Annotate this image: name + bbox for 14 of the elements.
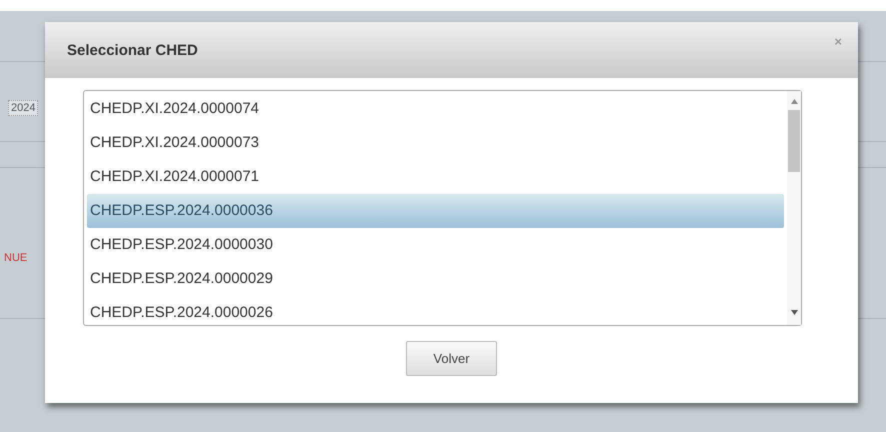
back-button[interactable]: Volver <box>406 341 497 376</box>
list-option[interactable]: CHEDP.XI.2024.0000071 <box>87 160 784 194</box>
list-option[interactable]: CHEDP.XI.2024.0000073 <box>87 126 784 160</box>
list-option[interactable]: CHEDP.XI.2024.0000074 <box>87 92 784 126</box>
list-box[interactable]: CHEDP.XI.2024.0000074 CHEDP.XI.2024.0000073 CHEDP.XI.2024.0000071 CHEDP.ESP.2024.0000036 CHEDP.ESP.2024.0000030 CHEDP.ESP.2024.0000029 CHEDP.ESP.2024.0000026 <box>83 90 802 326</box>
dialog-title: Seleccionar CHED <box>67 42 198 58</box>
list-option[interactable]: CHEDP.ESP.2024.0000029 <box>87 262 784 296</box>
scrollbar[interactable] <box>787 91 801 325</box>
date-field[interactable]: 2024 <box>8 100 38 116</box>
scrollbar-thumb[interactable] <box>788 110 800 172</box>
list-option[interactable]: CHEDP.ESP.2024.0000036 <box>87 194 784 228</box>
list-option[interactable]: CHEDP.ESP.2024.0000030 <box>87 228 784 262</box>
scroll-up-icon[interactable] <box>790 99 798 104</box>
scroll-down-icon[interactable] <box>790 310 798 315</box>
